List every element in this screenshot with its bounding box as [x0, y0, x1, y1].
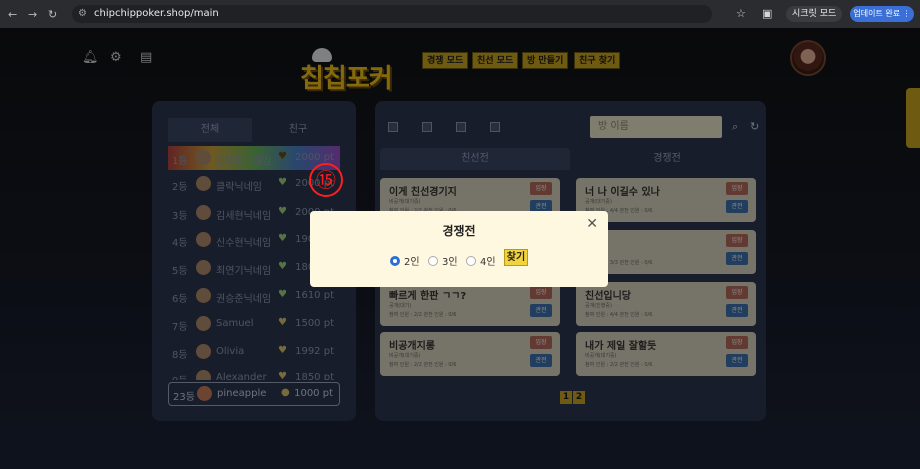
radio-icon[interactable] [466, 256, 476, 266]
option-label: 2인 [404, 257, 420, 268]
back-icon[interactable]: ← [8, 8, 17, 21]
option-2-players[interactable]: 2인 [390, 253, 420, 268]
modal-title: 경쟁전 [442, 224, 476, 238]
update-button[interactable]: 업데이트 완료 ⋮ [850, 6, 914, 22]
reload-icon[interactable]: ↻ [48, 8, 57, 21]
competitive-match-modal: 경쟁전 ✕ [310, 211, 608, 287]
site-info-icon[interactable]: ⚙ [78, 5, 87, 23]
find-match-button[interactable]: 찾기 [504, 249, 528, 266]
close-icon[interactable]: ✕ [586, 216, 598, 232]
sidepanel-icon[interactable]: ▣ [762, 7, 772, 20]
option-4-players[interactable]: 4인 [466, 253, 496, 268]
url-text: chipchippoker.shop/main [94, 8, 219, 19]
bookmark-star-icon[interactable]: ☆ [736, 7, 746, 20]
forward-icon[interactable]: → [28, 8, 37, 21]
update-label: 업데이트 완료 [853, 9, 901, 18]
option-label: 4인 [480, 257, 496, 268]
option-label: 3인 [442, 257, 458, 268]
browser-toolbar: ← → ↻ ⚙ chipchippoker.shop/main ☆ ▣ 시크릿 … [0, 0, 920, 28]
address-bar[interactable]: ⚙ chipchippoker.shop/main [72, 5, 712, 23]
incognito-badge[interactable]: 시크릿 모드 [786, 6, 843, 22]
option-3-players[interactable]: 3인 [428, 253, 458, 268]
step-number-marker: ⑮ [309, 163, 343, 197]
radio-selected-icon[interactable] [390, 256, 400, 266]
radio-icon[interactable] [428, 256, 438, 266]
incognito-label: 시크릿 모드 [792, 9, 837, 19]
